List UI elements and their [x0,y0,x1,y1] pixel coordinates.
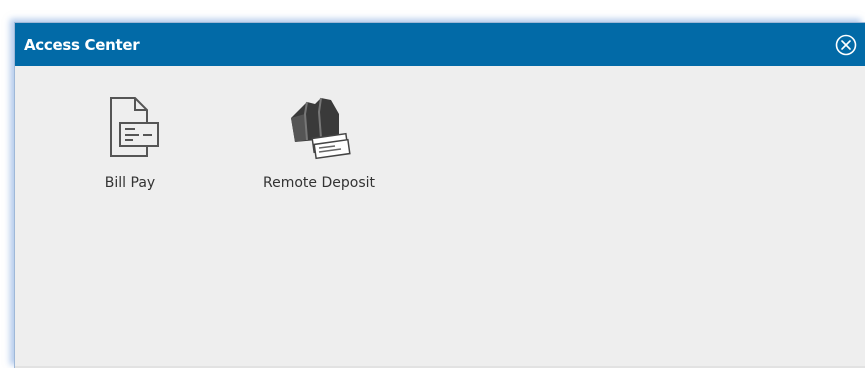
tile-label-remote-deposit: Remote Deposit [263,175,375,191]
screen: Access Center Bill Pay Remote Deposit [0,0,865,368]
title-bar: Access Center [15,23,865,66]
tile-label-bill-pay: Bill Pay [104,175,156,191]
tile-bill-pay[interactable]: Bill Pay [75,93,185,191]
bill-document-icon [95,93,165,163]
access-center-window: Access Center Bill Pay Remote Deposit [14,22,865,368]
close-button[interactable] [833,32,859,58]
close-circle-icon [835,34,857,55]
access-center-content: Bill Pay Remote Deposit [15,66,865,368]
check-scanner-icon [284,93,354,163]
window-title: Access Center [24,35,140,54]
tile-remote-deposit[interactable]: Remote Deposit [249,93,389,191]
